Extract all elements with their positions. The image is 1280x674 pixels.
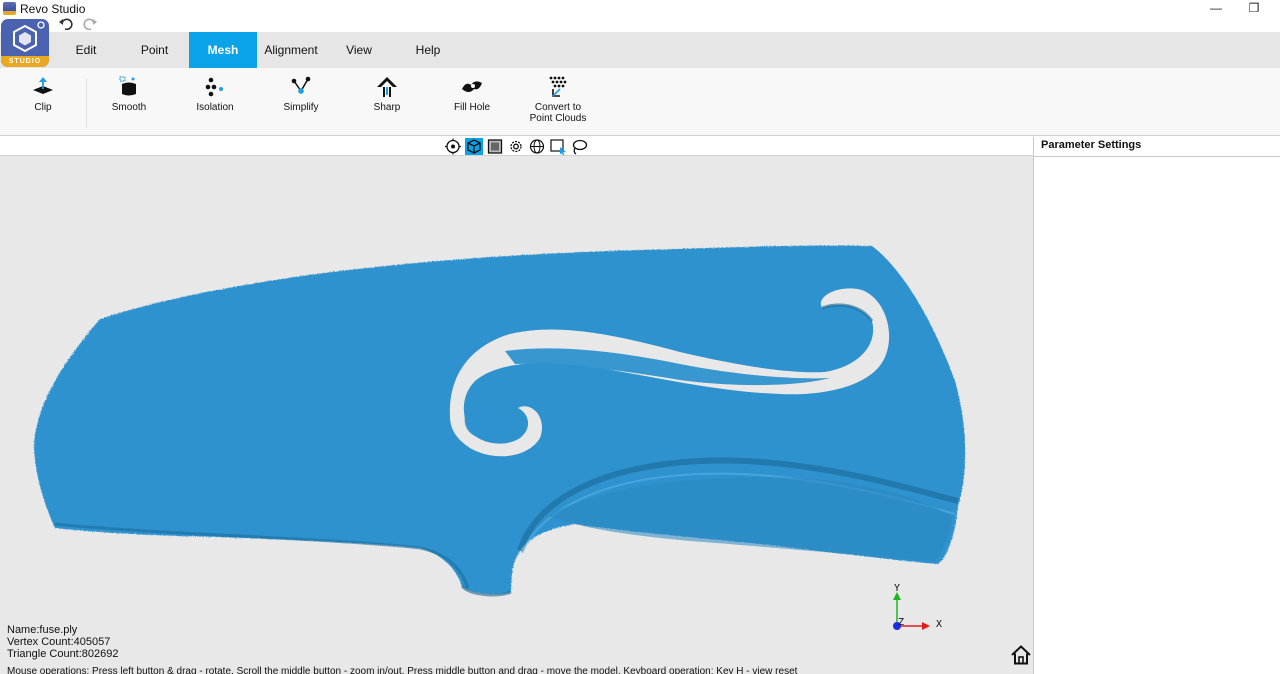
cube-icon[interactable]	[465, 138, 483, 155]
axis-x-label: X	[936, 619, 942, 630]
view-toolbar	[0, 137, 1033, 156]
3d-viewport[interactable]: Name:fuse.ply Vertex Count:405057 Triang…	[0, 137, 1033, 674]
tab-edit[interactable]: Edit	[54, 32, 118, 68]
smooth-button[interactable]: Smooth	[101, 68, 157, 136]
minimize-button[interactable]: —	[1196, 0, 1236, 18]
fill-hole-button[interactable]: Fill Hole	[444, 68, 500, 136]
clip-button[interactable]: Clip	[18, 68, 68, 136]
gear-view-icon[interactable]	[507, 138, 525, 155]
shaded-icon[interactable]	[486, 138, 504, 155]
title-bar: Revo Studio — ❐	[0, 0, 1280, 18]
ribbon-separator	[86, 78, 87, 128]
convert-label-line1: Convert to	[534, 102, 582, 113]
logo-badge: STUDIO	[1, 56, 49, 67]
parameter-settings-panel: Parameter Settings	[1033, 137, 1280, 674]
revo-studio-logo: STUDIO	[0, 18, 50, 68]
isolation-button[interactable]: Isolation	[187, 68, 243, 136]
select-rect-icon[interactable]	[549, 138, 567, 155]
maximize-button[interactable]: ❐	[1234, 0, 1274, 18]
sharp-button[interactable]: Sharp	[359, 68, 415, 136]
sharp-icon	[377, 77, 397, 97]
ribbon-toolbar: Clip Smooth Isolation Simplify Sharp Fil…	[0, 68, 1280, 136]
globe-icon[interactable]	[528, 138, 546, 155]
clip-icon	[33, 77, 53, 94]
vertex-count: Vertex Count:405057	[7, 636, 111, 648]
isolation-icon	[205, 77, 223, 97]
convert-label-line2: Point Clouds	[529, 113, 587, 124]
lasso-icon[interactable]	[570, 138, 588, 155]
convert-icon	[549, 76, 567, 97]
app-icon	[3, 2, 16, 15]
home-icon	[1011, 645, 1031, 665]
menu-bar: Edit Point Mesh Alignment View Help	[0, 32, 1280, 68]
simplify-icon	[291, 76, 311, 94]
smooth-icon	[119, 76, 136, 96]
tab-alignment[interactable]: Alignment	[257, 32, 325, 68]
model-name: Name:fuse.ply	[7, 624, 78, 636]
panel-divider	[1034, 156, 1280, 157]
window-title: Revo Studio	[20, 2, 86, 16]
undo-icon[interactable]	[58, 18, 74, 32]
quick-access-bar	[0, 18, 1280, 32]
target-icon[interactable]	[444, 138, 462, 155]
tab-point[interactable]: Point	[121, 32, 188, 68]
panel-title: Parameter Settings	[1041, 139, 1142, 151]
tab-mesh[interactable]: Mesh	[189, 32, 257, 68]
axis-y-label: Y	[894, 583, 900, 594]
axis-z-label: Z	[898, 617, 904, 628]
triangle-count: Triangle Count:802692	[7, 648, 119, 660]
tab-view[interactable]: View	[325, 32, 393, 68]
home-view-button[interactable]	[1010, 644, 1032, 666]
axis-gizmo: Y X Z	[893, 583, 942, 630]
convert-to-point-clouds-button[interactable]: Convert to Point Clouds	[520, 68, 596, 136]
fill-hole-icon	[462, 81, 482, 92]
redo-icon[interactable]	[82, 18, 98, 32]
tab-help[interactable]: Help	[394, 32, 462, 68]
mouse-operations-hint: Mouse operations: Press left button & dr…	[7, 666, 798, 674]
simplify-button[interactable]: Simplify	[273, 68, 329, 136]
